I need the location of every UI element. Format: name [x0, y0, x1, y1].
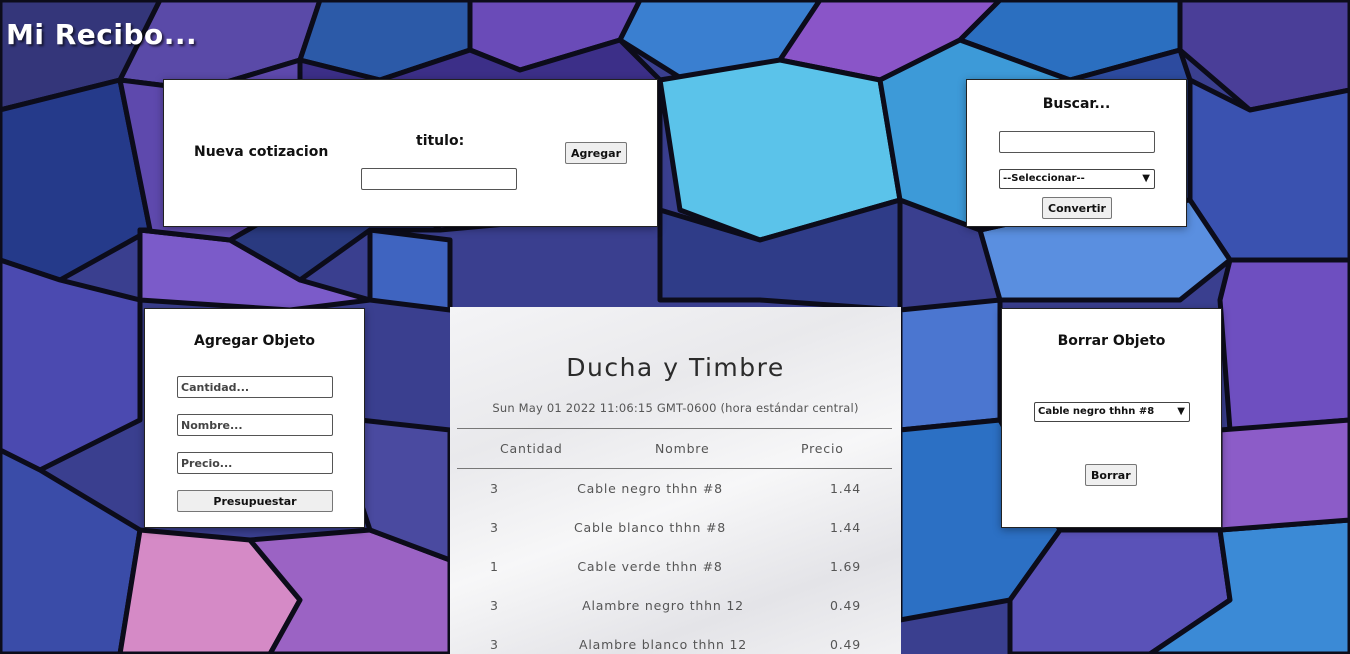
row-price: 1.69	[830, 559, 862, 574]
convert-button[interactable]: Convertir	[1042, 197, 1112, 219]
delete-item-heading: Borrar Objeto	[1057, 333, 1166, 349]
header-top-rule	[457, 428, 892, 429]
search-input[interactable]	[999, 131, 1155, 153]
new-quote-panel: Nueva cotizacion titulo: Agregar	[163, 79, 658, 227]
add-quote-button[interactable]: Agregar	[565, 142, 627, 164]
receipt-title: Ducha y Timbre	[566, 353, 785, 382]
row-name: Alambre blanco thhn 12	[579, 637, 747, 652]
row-name: Cable negro thhn #8	[577, 481, 723, 496]
new-quote-label: Nueva cotizacion	[194, 144, 329, 160]
receipt: Ducha y Timbre Sun May 01 2022 11:06:15 …	[450, 307, 901, 654]
delete-select-value: Cable negro thhn #8	[1038, 406, 1155, 417]
header-bottom-rule	[457, 468, 892, 469]
row-name: Alambre negro thhn 12	[582, 598, 744, 613]
row-price: 1.44	[830, 520, 862, 535]
add-item-panel: Agregar Objeto Presupuestar	[144, 308, 365, 528]
title-input[interactable]	[361, 168, 517, 190]
title-field-label: titulo:	[416, 133, 465, 149]
chevron-down-icon: ▼	[1142, 173, 1150, 184]
add-item-heading: Agregar Objeto	[193, 333, 316, 349]
quantity-input[interactable]	[177, 376, 333, 398]
app-title: Mi Recibo...	[6, 18, 198, 51]
search-heading: Buscar...	[1042, 96, 1111, 112]
name-input[interactable]	[177, 414, 333, 436]
column-header-name: Nombre	[655, 441, 710, 456]
delete-button[interactable]: Borrar	[1085, 464, 1137, 486]
receipt-date: Sun May 01 2022 11:06:15 GMT-0600 (hora …	[492, 401, 859, 415]
delete-item-panel: Borrar Objeto Cable negro thhn #8 ▼ Borr…	[1001, 308, 1222, 528]
price-input[interactable]	[177, 452, 333, 474]
search-panel: Buscar... --Seleccionar-- ▼ Convertir	[966, 79, 1187, 227]
column-header-price: Precio	[801, 441, 844, 456]
row-name: Cable verde thhn #8	[577, 559, 723, 574]
row-price: 0.49	[830, 637, 862, 652]
search-select[interactable]: --Seleccionar-- ▼	[999, 169, 1155, 189]
budget-button[interactable]: Presupuestar	[177, 490, 333, 512]
row-price: 1.44	[830, 481, 862, 496]
delete-item-select[interactable]: Cable negro thhn #8 ▼	[1034, 402, 1190, 422]
row-price: 0.49	[830, 598, 862, 613]
column-header-quantity: Cantidad	[500, 441, 563, 456]
search-select-value: --Seleccionar--	[1003, 173, 1085, 184]
chevron-down-icon: ▼	[1177, 406, 1185, 417]
row-name: Cable blanco thhn #8	[573, 520, 726, 535]
